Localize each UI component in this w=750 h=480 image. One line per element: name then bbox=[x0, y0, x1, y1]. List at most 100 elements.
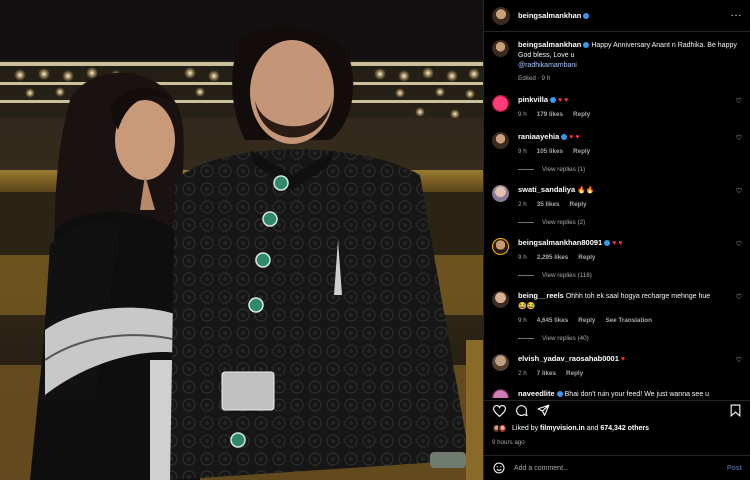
comment-avatar[interactable] bbox=[492, 185, 509, 202]
view-replies-label: View replies (40) bbox=[542, 335, 589, 342]
post-timestamp[interactable]: 9 hours ago bbox=[492, 439, 525, 446]
comment-time: 9 h bbox=[518, 254, 527, 261]
replies-divider bbox=[518, 275, 534, 276]
post-side-panel: beingsalmankhan ··· beingsalmankhan Happ… bbox=[483, 0, 750, 480]
replies-divider bbox=[518, 169, 534, 170]
like-comment-heart-icon[interactable]: ♡ bbox=[736, 293, 742, 301]
caption: beingsalmankhan Happy Anniversary Anant … bbox=[492, 40, 742, 84]
comment-username[interactable]: beingsalmankhan80091 bbox=[518, 238, 602, 247]
comment-likes[interactable]: 105 likes bbox=[537, 148, 563, 155]
post-comment-button[interactable]: Post bbox=[727, 465, 742, 472]
comment-text: ♥ ♥ bbox=[557, 97, 569, 104]
comment-username[interactable]: raniaayehia bbox=[518, 132, 559, 141]
replies-divider bbox=[518, 338, 534, 339]
comment-avatar[interactable] bbox=[492, 354, 509, 371]
verified-badge-icon bbox=[561, 134, 568, 141]
view-replies-button[interactable]: View replies (118) bbox=[518, 272, 742, 279]
liker-avatar bbox=[498, 424, 507, 433]
caption-avatar[interactable] bbox=[492, 40, 509, 57]
post-photo[interactable] bbox=[0, 0, 483, 480]
comment-likes[interactable]: 4,645 likes bbox=[537, 317, 569, 324]
comment-time: 2 h bbox=[518, 370, 527, 377]
comment-avatar[interactable] bbox=[492, 132, 509, 149]
comment-time: 9 h bbox=[518, 111, 527, 118]
verified-badge-icon bbox=[604, 240, 611, 247]
view-replies-label: View replies (1) bbox=[542, 166, 586, 173]
comment-likes[interactable]: 35 likes bbox=[537, 201, 560, 208]
like-comment-heart-icon[interactable]: ♡ bbox=[736, 97, 742, 105]
emoji-smiley-icon[interactable] bbox=[492, 461, 506, 475]
reply-button[interactable]: Reply bbox=[578, 317, 595, 324]
comment-bubble-icon[interactable] bbox=[514, 404, 528, 418]
liked-by-and: and bbox=[586, 425, 599, 432]
author-username[interactable]: beingsalmankhan bbox=[518, 11, 590, 20]
reply-button[interactable]: Reply bbox=[573, 111, 590, 118]
liked-by-summary[interactable]: Liked by filmyvision.in and 674,342 othe… bbox=[492, 424, 742, 433]
verified-badge-icon bbox=[583, 42, 590, 49]
comment-time: 9 h bbox=[518, 317, 527, 324]
comment-avatar[interactable] bbox=[492, 291, 509, 308]
comment-username[interactable]: pinkvilla bbox=[518, 95, 548, 104]
comment-text: 🔥🔥 bbox=[577, 187, 595, 194]
comment-text: ♥ ♥ bbox=[612, 240, 623, 247]
like-heart-icon[interactable] bbox=[492, 404, 506, 418]
view-replies-label: View replies (2) bbox=[542, 219, 586, 226]
like-comment-heart-icon[interactable]: ♡ bbox=[736, 240, 742, 248]
comment-text: ♥ bbox=[620, 356, 626, 363]
liked-by-user[interactable]: filmyvision.in bbox=[540, 425, 585, 432]
comment-emoji: 😂😂 bbox=[518, 303, 536, 310]
caption-mention[interactable]: @radhikamambani bbox=[518, 61, 742, 71]
action-bar bbox=[484, 400, 750, 420]
comment-item: raniaayehia ♥ ♥ 9 h 105 likes Reply ♡ bbox=[492, 132, 742, 157]
comment-item: pinkvilla ♥ ♥ 9 h 179 likes Reply ♡ bbox=[492, 95, 742, 120]
comment-username[interactable]: elvish_yadav_raosahab0001 bbox=[518, 354, 619, 363]
reply-button[interactable]: Reply bbox=[573, 148, 590, 155]
comment-text: ♥ ♥ bbox=[569, 134, 580, 141]
comments-list[interactable]: beingsalmankhan Happy Anniversary Anant … bbox=[484, 32, 750, 398]
comment-username[interactable]: being__reels bbox=[518, 291, 564, 300]
comment-username[interactable]: naveedlite bbox=[518, 389, 555, 398]
reply-button[interactable]: Reply bbox=[566, 370, 583, 377]
bookmark-icon[interactable] bbox=[728, 404, 742, 418]
reply-button[interactable]: Reply bbox=[578, 254, 595, 261]
comment-avatar[interactable] bbox=[492, 389, 509, 398]
view-replies-button[interactable]: View replies (2) bbox=[518, 219, 742, 226]
post-header: beingsalmankhan ··· bbox=[484, 0, 750, 32]
add-comment-bar: Add a comment... Post bbox=[484, 455, 750, 480]
verified-badge-icon bbox=[556, 391, 563, 398]
comment-likes[interactable]: 7 likes bbox=[537, 370, 556, 377]
view-replies-button[interactable]: View replies (1) bbox=[518, 166, 742, 173]
comment-avatar[interactable] bbox=[492, 95, 509, 112]
verified-badge-icon bbox=[583, 13, 590, 20]
view-replies-label: View replies (118) bbox=[542, 272, 592, 279]
replies-divider bbox=[518, 222, 534, 223]
comment-username[interactable]: swati_sandaliya bbox=[518, 185, 575, 194]
comment-likes[interactable]: 179 likes bbox=[537, 111, 563, 118]
author-avatar[interactable] bbox=[492, 6, 510, 25]
comment-avatar[interactable] bbox=[492, 238, 509, 255]
liked-by-count[interactable]: 674,342 others bbox=[600, 425, 649, 432]
comment-time: 2 h bbox=[518, 201, 527, 208]
comment-item: being__reels Ohhh toh ek saal hogya rech… bbox=[492, 291, 742, 326]
caption-meta: Edited · 9 h bbox=[518, 75, 551, 82]
post-photo-art bbox=[0, 0, 483, 480]
like-comment-heart-icon[interactable]: ♡ bbox=[736, 134, 742, 142]
comment-item: elvish_yadav_raosahab0001 ♥ 2 h 7 likes Re… bbox=[492, 354, 742, 379]
comment-input[interactable]: Add a comment... bbox=[514, 465, 727, 472]
comment-likes[interactable]: 2,295 likes bbox=[537, 254, 569, 261]
like-comment-heart-icon[interactable]: ♡ bbox=[736, 187, 742, 195]
see-translation-button[interactable]: See Translation bbox=[605, 317, 652, 324]
view-replies-button[interactable]: View replies (40) bbox=[518, 335, 742, 342]
comment-text: Bhai don't ruin your feed! We just wanna… bbox=[564, 391, 710, 398]
comment-time: 9 h bbox=[518, 148, 527, 155]
instagram-post-view: beingsalmankhan ··· beingsalmankhan Happ… bbox=[0, 0, 750, 480]
share-send-icon[interactable] bbox=[536, 404, 550, 418]
caption-username[interactable]: beingsalmankhan bbox=[518, 40, 581, 49]
like-comment-heart-icon[interactable]: ♡ bbox=[736, 356, 742, 364]
comment-item: beingsalmankhan80091 ♥ ♥ 9 h 2,295 likes R… bbox=[492, 238, 742, 263]
reply-button[interactable]: Reply bbox=[570, 201, 587, 208]
verified-badge-icon bbox=[550, 97, 557, 104]
comment-text: Ohhh toh ek saal hogya recharge mehnge h… bbox=[565, 293, 711, 300]
more-options-icon[interactable]: ··· bbox=[731, 10, 743, 21]
comment-item: naveedlite Bhai don't ruin your feed! We… bbox=[492, 389, 742, 398]
